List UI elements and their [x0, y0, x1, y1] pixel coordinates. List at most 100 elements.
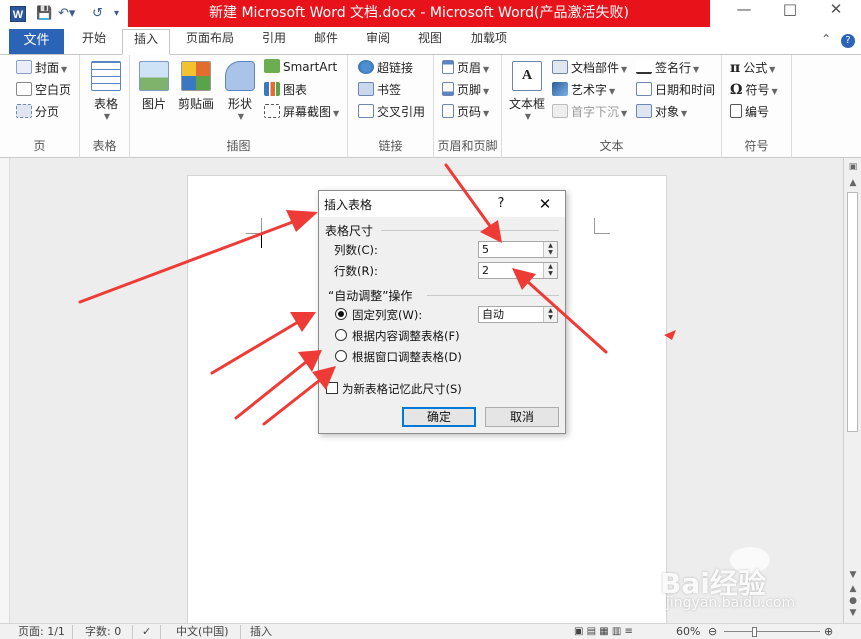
remember-size-checkbox[interactable] [326, 382, 338, 394]
chart-button[interactable]: 图表 [264, 81, 307, 101]
ruler-toggle-icon[interactable]: ▣ [847, 162, 859, 172]
cover-page-button[interactable]: 封面 ▼ [16, 59, 67, 79]
next-page-icon[interactable]: ▼ [847, 608, 859, 618]
rows-stepper[interactable]: 2 ▲ ▼ [478, 262, 558, 279]
scroll-up-icon[interactable]: ▲ [847, 178, 859, 188]
page-number-button[interactable]: 页码 ▼ [442, 103, 489, 123]
group-illustrations: 图片 剪贴画 形状 ▼ SmartArt 图表 屏幕截图 ▼ 插图 [130, 55, 348, 158]
bookmark-button[interactable]: 书签 [358, 81, 401, 101]
smartart-button[interactable]: SmartArt [264, 59, 337, 79]
object-button[interactable]: 对象 ▼ [636, 103, 687, 123]
scroll-thumb[interactable] [847, 192, 858, 432]
save-icon[interactable]: 💾 [36, 5, 52, 23]
fixed-width-stepper[interactable]: 自动 ▲ ▼ [478, 306, 558, 323]
status-divider [72, 625, 73, 639]
ok-button[interactable]: 确定 [402, 407, 476, 427]
tab-mailings[interactable]: 邮件 [304, 29, 348, 55]
group-label-illustrations: 插图 [226, 139, 251, 153]
text-cursor [261, 234, 262, 248]
zoom-in-icon[interactable]: ⊕ [824, 625, 833, 639]
view-buttons[interactable]: ▣ ▤ ▦ ▥ ≡ [574, 625, 633, 639]
dropcap-button[interactable]: 首字下沉 ▼ [552, 103, 627, 123]
tab-review[interactable]: 审阅 [356, 29, 400, 55]
fixed-width-label[interactable]: 固定列宽(W): [352, 307, 422, 323]
tab-references[interactable]: 引用 [252, 29, 296, 55]
fixed-width-spin-arrows[interactable]: ▲ ▼ [543, 307, 557, 322]
group-symbols: π 公式 ▼ Ω 符号 ▼ 编号 符号 [722, 55, 792, 158]
zoom-slider[interactable] [724, 631, 820, 632]
group-label-text: 文本 [599, 139, 624, 153]
dialog-close-button[interactable]: ✕ [534, 193, 556, 215]
tab-file[interactable]: 文件 [9, 29, 64, 54]
datetime-button[interactable]: 日期和时间 [636, 81, 715, 101]
autofit-window-label[interactable]: 根据窗口调整表格(D) [352, 349, 462, 365]
tab-home[interactable]: 开始 [72, 29, 116, 55]
zoom-slider-thumb[interactable] [752, 627, 757, 637]
cancel-button[interactable]: 取消 [485, 407, 559, 427]
quickparts-button[interactable]: 文档部件 ▼ [552, 59, 627, 79]
picture-button[interactable]: 图片 [136, 59, 172, 112]
browse-object-icon[interactable]: ● [847, 596, 859, 606]
remember-size-label[interactable]: 为新表格记忆此尺寸(S) [342, 381, 462, 397]
page-break-button[interactable]: 分页 [16, 103, 59, 123]
number-button[interactable]: 编号 [730, 103, 769, 123]
shapes-button[interactable]: 形状 ▼ [222, 59, 258, 121]
group-label-header-footer: 页眉和页脚 [437, 139, 498, 153]
header-button[interactable]: 页眉 ▼ [442, 59, 489, 79]
close-window-button[interactable]: ✕ [814, 0, 858, 28]
tab-page-layout[interactable]: 页面布局 [178, 29, 242, 55]
vertical-scrollbar[interactable]: ▣ ▲ ▼ ▲ ● ▼ [843, 158, 861, 623]
symbol-button[interactable]: Ω 符号 ▼ [730, 81, 778, 101]
clipart-button[interactable]: 剪贴画 [176, 59, 216, 112]
group-label-links: 链接 [378, 139, 403, 153]
zoom-level[interactable]: 60% [676, 625, 700, 639]
status-divider [132, 625, 133, 639]
autofit-window-radio[interactable] [335, 350, 347, 362]
tab-addins[interactable]: 加载项 [462, 29, 516, 55]
fixed-width-value[interactable]: 自动 [482, 307, 504, 322]
zoom-out-icon[interactable]: ⊖ [708, 625, 717, 639]
redo-icon[interactable]: ↺ [92, 5, 103, 23]
blank-page-button[interactable]: 空白页 [16, 81, 71, 101]
page-count[interactable]: 页面: 1/1 [18, 625, 65, 639]
fixed-width-radio[interactable] [335, 308, 347, 320]
minimize-button[interactable]: — [722, 0, 766, 28]
customize-qat-icon[interactable]: ▾ [114, 5, 119, 23]
insert-mode-indicator[interactable]: 插入 [250, 625, 272, 639]
columns-stepper[interactable]: 5 ▲ ▼ [478, 241, 558, 258]
minimize-ribbon-icon[interactable]: ⌃ [821, 32, 831, 46]
columns-value[interactable]: 5 [482, 242, 489, 257]
tab-insert[interactable]: 插入 [122, 29, 170, 55]
crossref-button[interactable]: 交叉引用 [358, 103, 425, 123]
screenshot-button[interactable]: 屏幕截图 ▼ [264, 103, 339, 123]
rows-value[interactable]: 2 [482, 263, 489, 278]
tab-view[interactable]: 视图 [408, 29, 452, 55]
language-indicator[interactable]: 中文(中国) [176, 625, 229, 639]
dialog-help-button[interactable]: ? [491, 193, 511, 215]
status-bar: 页面: 1/1 字数: 0 ✓ 中文(中国) 插入 ▣ ▤ ▦ ▥ ≡ 60% … [0, 623, 861, 639]
dialog-title: 插入表格 [324, 198, 373, 212]
wordart-button[interactable]: 艺术字 ▼ [552, 81, 615, 101]
quickparts-icon [552, 60, 568, 74]
undo-icon[interactable]: ↶▾ [58, 5, 75, 23]
autofit-content-radio[interactable] [335, 329, 347, 341]
equation-button[interactable]: π 公式 ▼ [730, 59, 775, 79]
columns-label: 列数(C): [334, 243, 378, 257]
columns-spin-arrows[interactable]: ▲ ▼ [543, 242, 557, 257]
dropcap-icon [552, 104, 568, 118]
signature-line-button[interactable]: 签名行 ▼ [636, 59, 699, 79]
scroll-down-icon[interactable]: ▼ [847, 570, 859, 580]
proofing-icon[interactable]: ✓ [142, 625, 151, 639]
textbox-button[interactable]: A 文本框 ▼ [506, 59, 548, 121]
prev-page-icon[interactable]: ▲ [847, 584, 859, 594]
footer-button[interactable]: 页脚 ▼ [442, 81, 489, 101]
hyperlink-button[interactable]: 超链接 [358, 59, 413, 79]
autofit-content-label[interactable]: 根据内容调整表格(F) [352, 328, 460, 344]
help-icon[interactable]: ? [841, 34, 855, 48]
word-app-icon[interactable]: W [10, 6, 26, 22]
table-button[interactable]: 表格 ▼ [84, 59, 128, 121]
maximize-button[interactable]: □ [768, 0, 812, 28]
word-count[interactable]: 字数: 0 [85, 625, 121, 639]
rows-spin-arrows[interactable]: ▲ ▼ [543, 263, 557, 278]
blank-page-icon [16, 82, 32, 96]
